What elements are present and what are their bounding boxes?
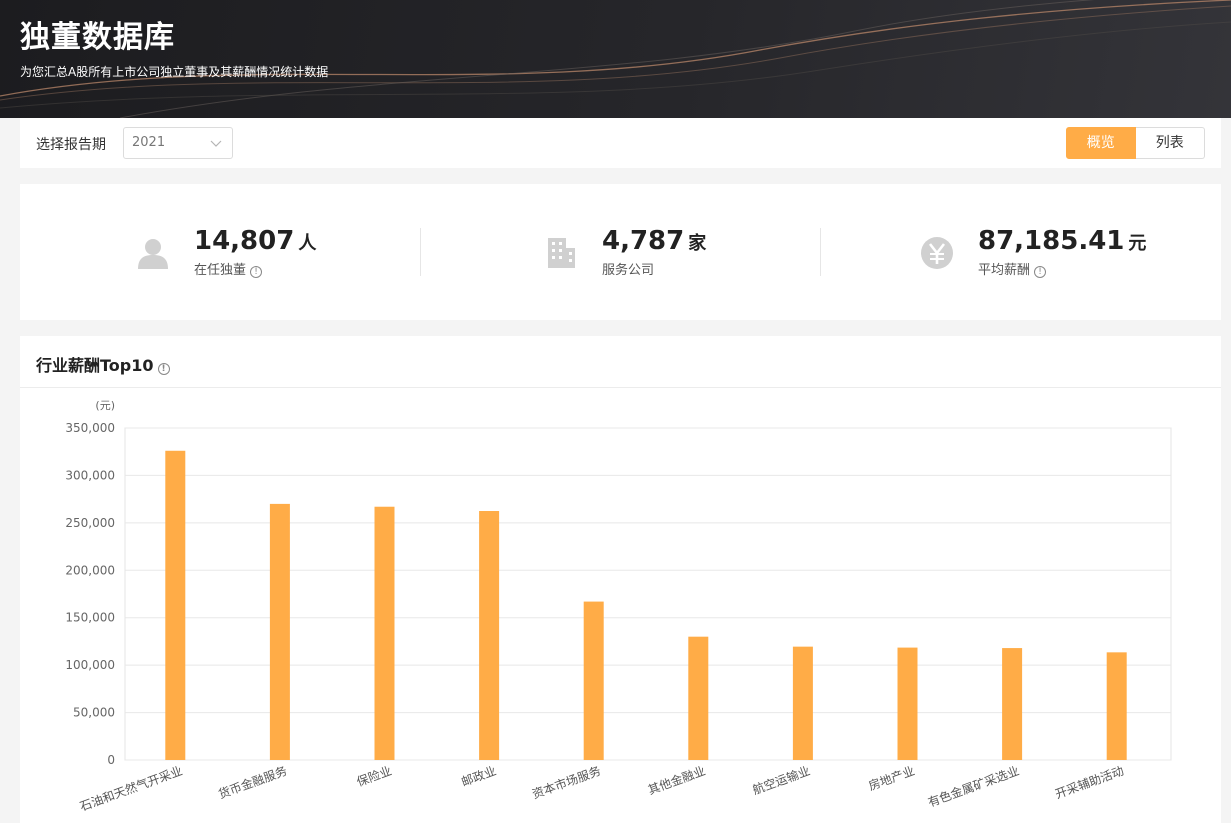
info-icon[interactable]: ! — [1034, 266, 1047, 278]
x-tick-label: 石油和天然气开采业 — [78, 763, 185, 814]
overview-tab[interactable]: 概览 — [1066, 127, 1136, 159]
bar — [792, 646, 813, 760]
y-axis-label: (元) — [95, 399, 115, 412]
bar — [165, 450, 186, 760]
info-icon[interactable]: ! — [250, 266, 263, 278]
bar — [374, 506, 395, 760]
y-tick-label: 100,000 — [65, 658, 115, 672]
page-subtitle: 为您汇总A股所有上市公司独立董事及其薪酬情况统计数据 — [20, 65, 329, 79]
filter-toolbar: 选择报告期 2021 概览 列表 — [20, 118, 1221, 168]
industry-salary-bar-chart: 0 50,000 100,000 150,000 200,000 250,000 300,0… — [65, 399, 1172, 814]
page-header: 独董数据库 为您汇总A股所有上市公司独立董事及其薪酬情况统计数据 — [0, 0, 1231, 118]
y-tick-label: 0 — [107, 753, 115, 767]
page-title: 独董数据库 — [20, 20, 175, 55]
x-tick-label: 房地产业 — [866, 763, 916, 794]
y-tick-label: 300,000 — [65, 468, 115, 482]
stat-divider — [820, 228, 821, 276]
x-tick-label: 其他金融业 — [646, 763, 708, 798]
stat-directors-label: 在任独董! — [194, 259, 263, 278]
y-tick-label: 50,000 — [73, 706, 115, 720]
stat-salary-value: 87,185.41 元 — [978, 226, 1147, 256]
x-tick-label: 有色金属矿采选业 — [926, 763, 1021, 810]
building-icon — [548, 238, 575, 268]
summary-stats-card: 14,807 人 在任独董! 4,787 家 服务公司 87,185.41 元 … — [20, 184, 1221, 320]
y-tick-label: 200,000 — [65, 563, 115, 577]
report-period-select[interactable]: 2021 — [123, 127, 233, 159]
bar — [1002, 648, 1023, 760]
bar — [583, 601, 604, 760]
bar — [1106, 652, 1127, 760]
report-period-label: 选择报告期 — [36, 137, 106, 153]
x-tick-label: 邮政业 — [459, 764, 498, 789]
user-icon — [138, 239, 168, 269]
x-tick-label: 保险业 — [355, 763, 394, 789]
stat-directors-value: 14,807 人 — [194, 226, 317, 256]
x-tick-label: 资本市场服务 — [530, 763, 603, 802]
bar — [897, 647, 918, 760]
bar — [269, 503, 290, 760]
y-tick-label: 350,000 — [65, 421, 115, 435]
info-icon[interactable]: ! — [157, 363, 170, 375]
yen-icon — [921, 237, 953, 269]
panel-title: 行业薪酬Top10! — [36, 352, 170, 376]
header-wave-decoration — [0, 0, 1231, 118]
industry-salary-panel: 行业薪酬Top10! 0 50,000 100,000 150,000 200,000 2… — [20, 336, 1221, 823]
report-period-value: 2021 — [132, 135, 166, 150]
x-tick-label: 航空运输业 — [750, 763, 812, 798]
x-tick-label: 货币金融服务 — [216, 763, 289, 802]
stat-companies-label: 服务公司 — [602, 263, 655, 278]
bar — [688, 636, 709, 760]
y-tick-label: 150,000 — [65, 611, 115, 625]
chevron-down-icon — [210, 140, 222, 147]
stat-companies-value: 4,787 家 — [602, 226, 707, 256]
stat-divider — [420, 228, 421, 276]
view-toggle: 概览 列表 — [1066, 127, 1205, 159]
list-tab[interactable]: 列表 — [1135, 127, 1205, 159]
bar — [479, 511, 500, 760]
stat-salary-label: 平均薪酬! — [978, 259, 1047, 278]
x-tick-label: 开采辅助活动 — [1053, 764, 1125, 802]
y-tick-label: 250,000 — [65, 516, 115, 530]
